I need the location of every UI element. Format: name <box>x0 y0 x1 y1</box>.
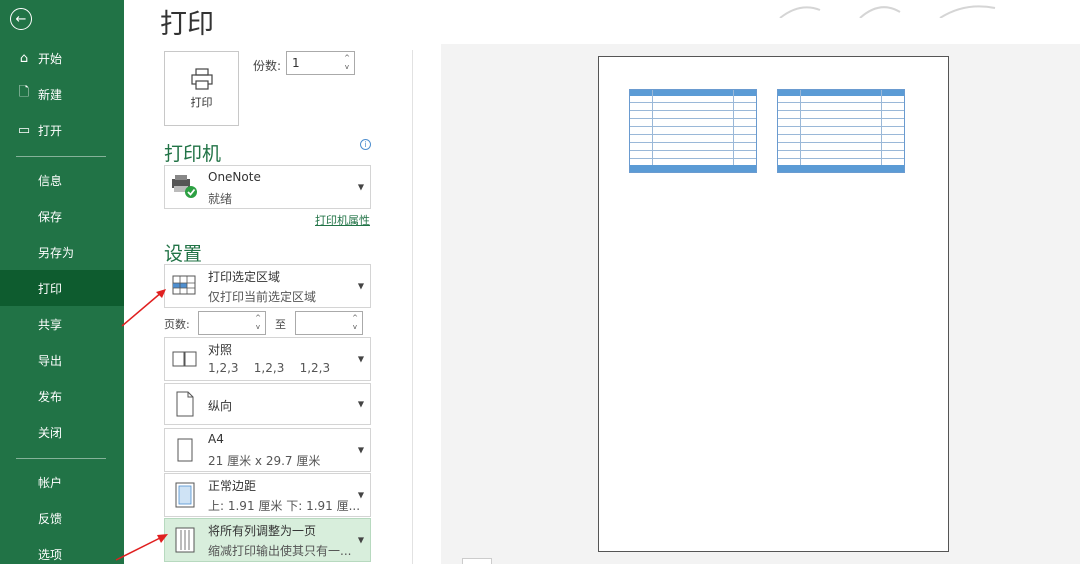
pages-to-spinner[interactable]: ^ v <box>350 314 360 332</box>
pages-to-label: 至 <box>275 318 286 331</box>
sidebar-item-label: 关闭 <box>38 425 63 440</box>
copies-input[interactable]: 1 ^ v <box>286 51 355 75</box>
annotation-arrow-icon <box>121 289 166 327</box>
sidebar-item-publish[interactable]: 发布 <box>0 378 124 414</box>
sidebar-item-print[interactable]: 打印 <box>0 270 124 306</box>
preview-page <box>598 56 949 552</box>
back-arrow-icon[interactable]: ← <box>10 8 32 30</box>
settings-section-title: 设置 <box>164 243 203 265</box>
scaling-dropdown[interactable]: 将所有列调整为一页 缩减打印输出使其只有一... ▼ <box>164 518 371 562</box>
collate-main: 对照 <box>208 343 233 357</box>
copies-label: 份数: <box>253 59 282 73</box>
print-area-main: 打印选定区域 <box>208 270 281 284</box>
collate-icon <box>170 346 200 372</box>
sidebar-item-close[interactable]: 关闭 <box>0 414 124 450</box>
chevron-down-icon: ▼ <box>357 445 364 455</box>
sidebar-item-home[interactable]: ⌂ 开始 <box>0 40 124 76</box>
sidebar-item-label: 导出 <box>38 353 63 368</box>
sidebar-item-account[interactable]: 帐户 <box>0 464 124 500</box>
sidebar-item-label: 保存 <box>38 209 63 224</box>
new-document-icon: 🗋 <box>18 85 30 100</box>
print-area-sub: 仅打印当前选定区域 <box>208 290 317 304</box>
sidebar-item-save[interactable]: 保存 <box>0 198 124 234</box>
print-button-label: 打印 <box>190 96 213 109</box>
sidebar-item-export[interactable]: 导出 <box>0 342 124 378</box>
sidebar-item-save-as[interactable]: 另存为 <box>0 234 124 270</box>
preview-table-left <box>629 89 757 173</box>
margins-dropdown[interactable]: 正常边距 上: 1.91 厘米 下: 1.91 厘... ▼ <box>164 473 371 517</box>
printer-ready-icon <box>170 174 200 200</box>
margins-main: 正常边距 <box>208 479 257 493</box>
printer-icon <box>190 68 213 90</box>
sidebar-item-label: 打印 <box>38 281 63 296</box>
sidebar-item-label: 开始 <box>38 51 63 66</box>
copies-value: 1 <box>292 56 300 70</box>
chevron-down-icon: ▼ <box>357 354 364 364</box>
preview-table-right <box>777 89 905 173</box>
copies-spinner[interactable]: ^ v <box>342 54 352 72</box>
printer-section-title: 打印机 <box>164 143 222 165</box>
collate-dropdown[interactable]: 对照 1,2,3 1,2,3 1,2,3 ▼ <box>164 337 371 381</box>
info-icon[interactable]: i <box>360 139 371 150</box>
paper-size-sub: 21 厘米 x 29.7 厘米 <box>208 454 321 468</box>
margins-icon <box>170 482 200 508</box>
sidebar-item-label: 共享 <box>38 317 63 332</box>
page-title: 打印 <box>160 9 214 40</box>
chevron-down-icon: ▼ <box>357 281 364 291</box>
open-folder-icon: ▭ <box>17 122 31 138</box>
orientation-main: 纵向 <box>208 399 233 413</box>
sidebar-item-options[interactable]: 选项 <box>0 536 124 564</box>
sidebar-item-label: 新建 <box>38 87 63 102</box>
chevron-down-icon: ▼ <box>357 182 364 192</box>
print-area-dropdown[interactable]: 打印选定区域 仅打印当前选定区域 ▼ <box>164 264 371 308</box>
fit-columns-icon <box>170 527 200 553</box>
sidebar-item-open[interactable]: ▭ 打开 <box>0 112 124 148</box>
chevron-down-icon: ▼ <box>357 399 364 409</box>
sidebar-item-info[interactable]: 信息 <box>0 162 124 198</box>
printer-status: 就绪 <box>208 192 233 206</box>
scaling-sub: 缩减打印输出使其只有一... <box>208 544 352 558</box>
printer-name: OneNote <box>208 170 261 184</box>
sidebar-item-label: 反馈 <box>38 511 63 526</box>
pages-to-input[interactable]: ^ v <box>295 311 363 335</box>
sidebar-item-label: 发布 <box>38 389 63 404</box>
backstage-sidebar: ← ⌂ 开始 🗋 新建 ▭ 打开 信息 保存 另存为 打印 共享 导出 发布 关… <box>0 0 124 564</box>
paper-size-main: A4 <box>208 432 224 446</box>
collate-sub: 1,2,3 1,2,3 1,2,3 <box>208 361 331 375</box>
page-number-input[interactable] <box>462 558 492 564</box>
chevron-down-icon: ▼ <box>357 490 364 500</box>
sidebar-item-share[interactable]: 共享 <box>0 306 124 342</box>
pages-from-input[interactable]: ^ v <box>198 311 266 335</box>
paper-size-dropdown[interactable]: A4 21 厘米 x 29.7 厘米 ▼ <box>164 428 371 472</box>
sidebar-item-feedback[interactable]: 反馈 <box>0 500 124 536</box>
print-button[interactable]: 打印 <box>164 51 239 126</box>
sidebar-item-label: 信息 <box>38 173 63 188</box>
sidebar-divider <box>16 156 106 157</box>
orientation-dropdown[interactable]: 纵向 ▼ <box>164 383 371 425</box>
sidebar-item-label: 选项 <box>38 547 63 562</box>
paper-size-icon <box>170 437 200 463</box>
chevron-down-icon: ▼ <box>357 535 364 545</box>
decorative-leaf-icon <box>779 5 996 18</box>
pages-label: 页数: <box>164 318 190 331</box>
sidebar-item-label: 帐户 <box>38 475 63 490</box>
print-selection-icon <box>170 273 200 299</box>
printer-dropdown[interactable]: OneNote 就绪 ▼ <box>164 165 371 209</box>
scaling-main: 将所有列调整为一页 <box>208 524 317 538</box>
sidebar-divider <box>16 458 106 459</box>
pages-from-spinner[interactable]: ^ v <box>253 314 263 332</box>
sidebar-item-label: 另存为 <box>38 245 75 260</box>
margins-sub: 上: 1.91 厘米 下: 1.91 厘... <box>208 499 361 513</box>
home-icon: ⌂ <box>19 50 29 66</box>
printer-properties-link[interactable]: 打印机属性 <box>315 212 370 228</box>
sidebar-item-new[interactable]: 🗋 新建 <box>0 76 124 112</box>
sidebar-item-label: 打开 <box>38 123 63 138</box>
portrait-page-icon <box>170 391 200 417</box>
panel-divider <box>412 50 413 564</box>
